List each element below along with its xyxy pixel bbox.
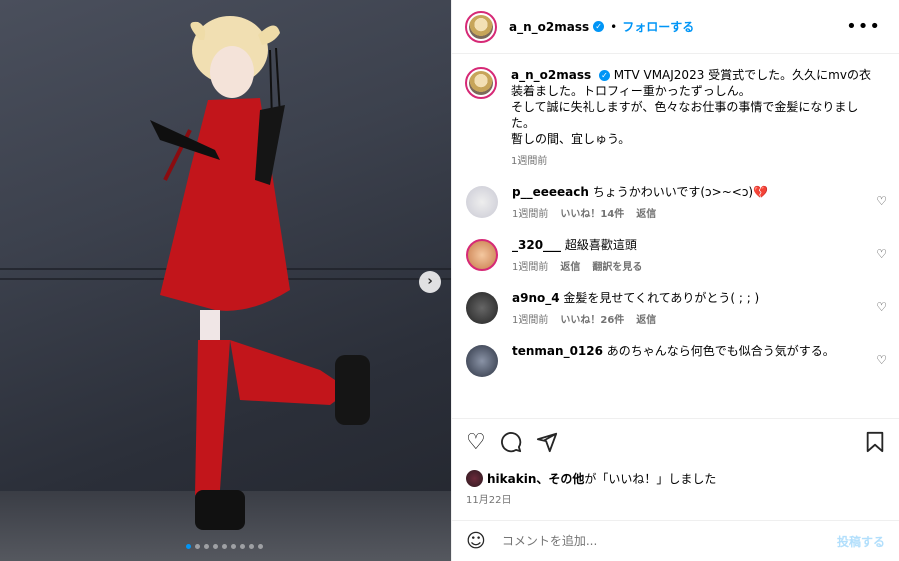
comment-username[interactable]: _320___ bbox=[512, 238, 561, 252]
liker-avatar[interactable] bbox=[466, 470, 483, 487]
comment-time[interactable]: 1週間前 bbox=[512, 260, 548, 276]
person-figure bbox=[150, 16, 370, 530]
comment-item: tenman_0126 あのちゃんなら何色でも似合う気がする。 ♡ bbox=[452, 343, 899, 377]
caption-time[interactable]: 1週間前 bbox=[511, 154, 547, 170]
comment-heart-icon[interactable]: ♡ bbox=[876, 194, 887, 208]
comment-time[interactable]: 1週間前 bbox=[512, 207, 548, 223]
comment-text: 超級喜歡這頭 bbox=[564, 238, 637, 252]
comment-username[interactable]: a9no_4 bbox=[512, 291, 560, 305]
commenter-avatar[interactable] bbox=[466, 345, 498, 377]
separator: • bbox=[610, 19, 618, 34]
comment-text: ちょうかわいいです(ↄ>~<ↄ)💔 bbox=[592, 185, 769, 199]
carousel-dot bbox=[240, 544, 245, 549]
verified-badge-icon: ✓ bbox=[593, 21, 605, 32]
carousel-dot bbox=[213, 544, 218, 549]
post-sidebar: a_n_o2mass ✓ • フォローする ••• a_n_o2mass ✓ M… bbox=[451, 0, 899, 561]
comment-input[interactable] bbox=[501, 534, 802, 548]
reply-button[interactable]: 返信 bbox=[636, 313, 656, 329]
carousel-dot bbox=[249, 544, 254, 549]
carousel-dot bbox=[195, 544, 200, 549]
others-link[interactable]: 、その他 bbox=[536, 470, 584, 487]
post-date[interactable]: 11月22日 bbox=[466, 491, 511, 506]
carousel-dot bbox=[204, 544, 209, 549]
carousel-dot bbox=[258, 544, 263, 549]
comment-text: あのちゃんなら何色でも似合う気がする。 bbox=[606, 344, 835, 358]
reply-button[interactable]: 返信 bbox=[636, 207, 656, 223]
comment-username[interactable]: tenman_0126 bbox=[512, 344, 603, 358]
share-icon[interactable] bbox=[536, 431, 558, 459]
carousel-dot bbox=[231, 544, 236, 549]
caption-avatar[interactable] bbox=[465, 67, 497, 99]
comment-item: p__eeeeach ちょうかわいいです(ↄ>~<ↄ)💔 1週間前 いいね！14… bbox=[452, 184, 899, 223]
more-options-icon[interactable]: ••• bbox=[846, 16, 881, 37]
post-comment-button[interactable]: 投稿する bbox=[837, 533, 885, 550]
comment-time[interactable]: 1週間前 bbox=[512, 313, 548, 329]
caption: a_n_o2mass ✓ MTV VMAJ2023 受賞式でした。久久にmvの衣… bbox=[452, 55, 899, 170]
likes-summary[interactable]: hikakin 、その他 が「いいね！」しました bbox=[466, 470, 716, 487]
heart-icon[interactable]: ♡ bbox=[466, 431, 486, 459]
follow-button[interactable]: フォローする bbox=[622, 18, 694, 35]
comment-text: 金髪を見せてくれてありがとう( ; ; ) bbox=[563, 291, 760, 305]
add-comment-bar: ☺ 投稿する bbox=[452, 520, 899, 561]
likes-suffix: が「いいね！」しました bbox=[584, 472, 717, 486]
caption-text: 暫しの間、宜しゅう。 bbox=[511, 132, 631, 146]
author-avatar[interactable] bbox=[465, 10, 497, 43]
reply-button[interactable]: 返信 bbox=[560, 260, 580, 276]
carousel-dots bbox=[186, 544, 263, 549]
translate-button[interactable]: 翻訳を見る bbox=[592, 260, 642, 276]
carousel-next-button[interactable]: › bbox=[419, 271, 441, 293]
comment-item: _320___ 超級喜歡這頭 1週間前 返信 翻訳を見る ♡ bbox=[452, 237, 899, 276]
comment-username[interactable]: p__eeeeach bbox=[512, 185, 589, 199]
comment-heart-icon[interactable]: ♡ bbox=[876, 353, 887, 367]
comment-item: a9no_4 金髪を見せてくれてありがとう( ; ; ) 1週間前 いいね！26… bbox=[452, 290, 899, 329]
comment-heart-icon[interactable]: ♡ bbox=[876, 247, 887, 261]
liker-username[interactable]: hikakin bbox=[487, 472, 536, 486]
verified-badge-icon: ✓ bbox=[598, 70, 610, 81]
post-actions: ♡ hikakin 、その他 が「いいね！」しました 11月22日 bbox=[452, 418, 899, 528]
bookmark-icon[interactable] bbox=[865, 431, 885, 459]
author-username[interactable]: a_n_o2mass bbox=[509, 20, 589, 34]
post-photo[interactable]: › bbox=[0, 0, 451, 561]
comment-icon[interactable] bbox=[500, 431, 522, 459]
comment-likes[interactable]: いいね！14件 bbox=[560, 207, 624, 223]
commenter-avatar[interactable] bbox=[466, 239, 498, 271]
emoji-icon[interactable]: ☺ bbox=[466, 530, 486, 552]
commenter-avatar[interactable] bbox=[466, 292, 498, 324]
commenter-avatar[interactable] bbox=[466, 186, 498, 218]
comment-likes[interactable]: いいね！26件 bbox=[560, 313, 624, 329]
caption-username[interactable]: a_n_o2mass bbox=[511, 68, 591, 82]
carousel-dot bbox=[186, 544, 191, 549]
comments-list[interactable]: a_n_o2mass ✓ MTV VMAJ2023 受賞式でした。久久にmvの衣… bbox=[452, 55, 899, 417]
comment-heart-icon[interactable]: ♡ bbox=[876, 300, 887, 314]
post-header: a_n_o2mass ✓ • フォローする ••• bbox=[452, 0, 899, 54]
caption-text: そして誠に失礼しますが、色々なお仕事の事情で金髪になりました。 bbox=[511, 100, 859, 130]
carousel-dot bbox=[222, 544, 227, 549]
